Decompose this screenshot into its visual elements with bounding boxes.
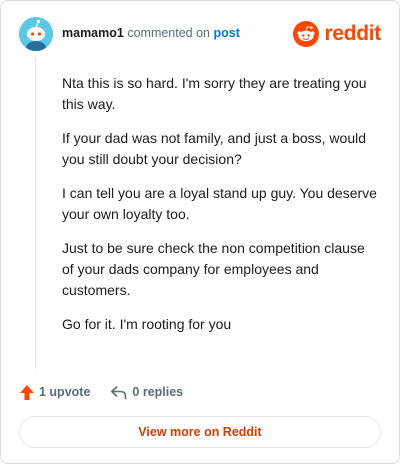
- reddit-brand[interactable]: reddit: [293, 21, 381, 47]
- avatar[interactable]: [19, 17, 53, 51]
- username[interactable]: mamamo1: [62, 26, 124, 40]
- post-link[interactable]: post: [214, 26, 240, 40]
- comment-header: mamamo1 commented on post: [62, 26, 240, 40]
- brand-name: reddit: [324, 22, 381, 45]
- comment-body: Nta this is so hard. I'm sorry they are …: [62, 73, 380, 348]
- snoo-avatar-icon: [19, 17, 53, 51]
- upvote-arrow-icon[interactable]: [19, 384, 35, 401]
- comment-footer: 1 upvote 0 replies: [19, 381, 183, 403]
- replies-count: 0 replies: [132, 385, 184, 399]
- comment-paragraph: If your dad was not family, and just a b…: [62, 130, 367, 167]
- action-text: commented on: [127, 26, 211, 40]
- view-more-button[interactable]: View more on Reddit: [19, 416, 381, 448]
- upvote-count: 1 upvote: [39, 385, 91, 399]
- thread-line: [35, 57, 36, 369]
- comment-paragraph: Go for it. I'm rooting for you: [62, 316, 232, 332]
- comment-card: mamamo1 commented on post reddit Nta thi…: [0, 0, 400, 464]
- comment-paragraph: Just to be sure check the non competitio…: [62, 240, 365, 298]
- reddit-snoo-icon: [293, 21, 320, 47]
- comment-paragraph: Nta this is so hard. I'm sorry they are …: [62, 75, 367, 112]
- reply-arrow-icon: [110, 385, 127, 400]
- replies-button[interactable]: 0 replies: [110, 385, 183, 400]
- comment-paragraph: I can tell you are a loyal stand up guy.…: [62, 185, 377, 222]
